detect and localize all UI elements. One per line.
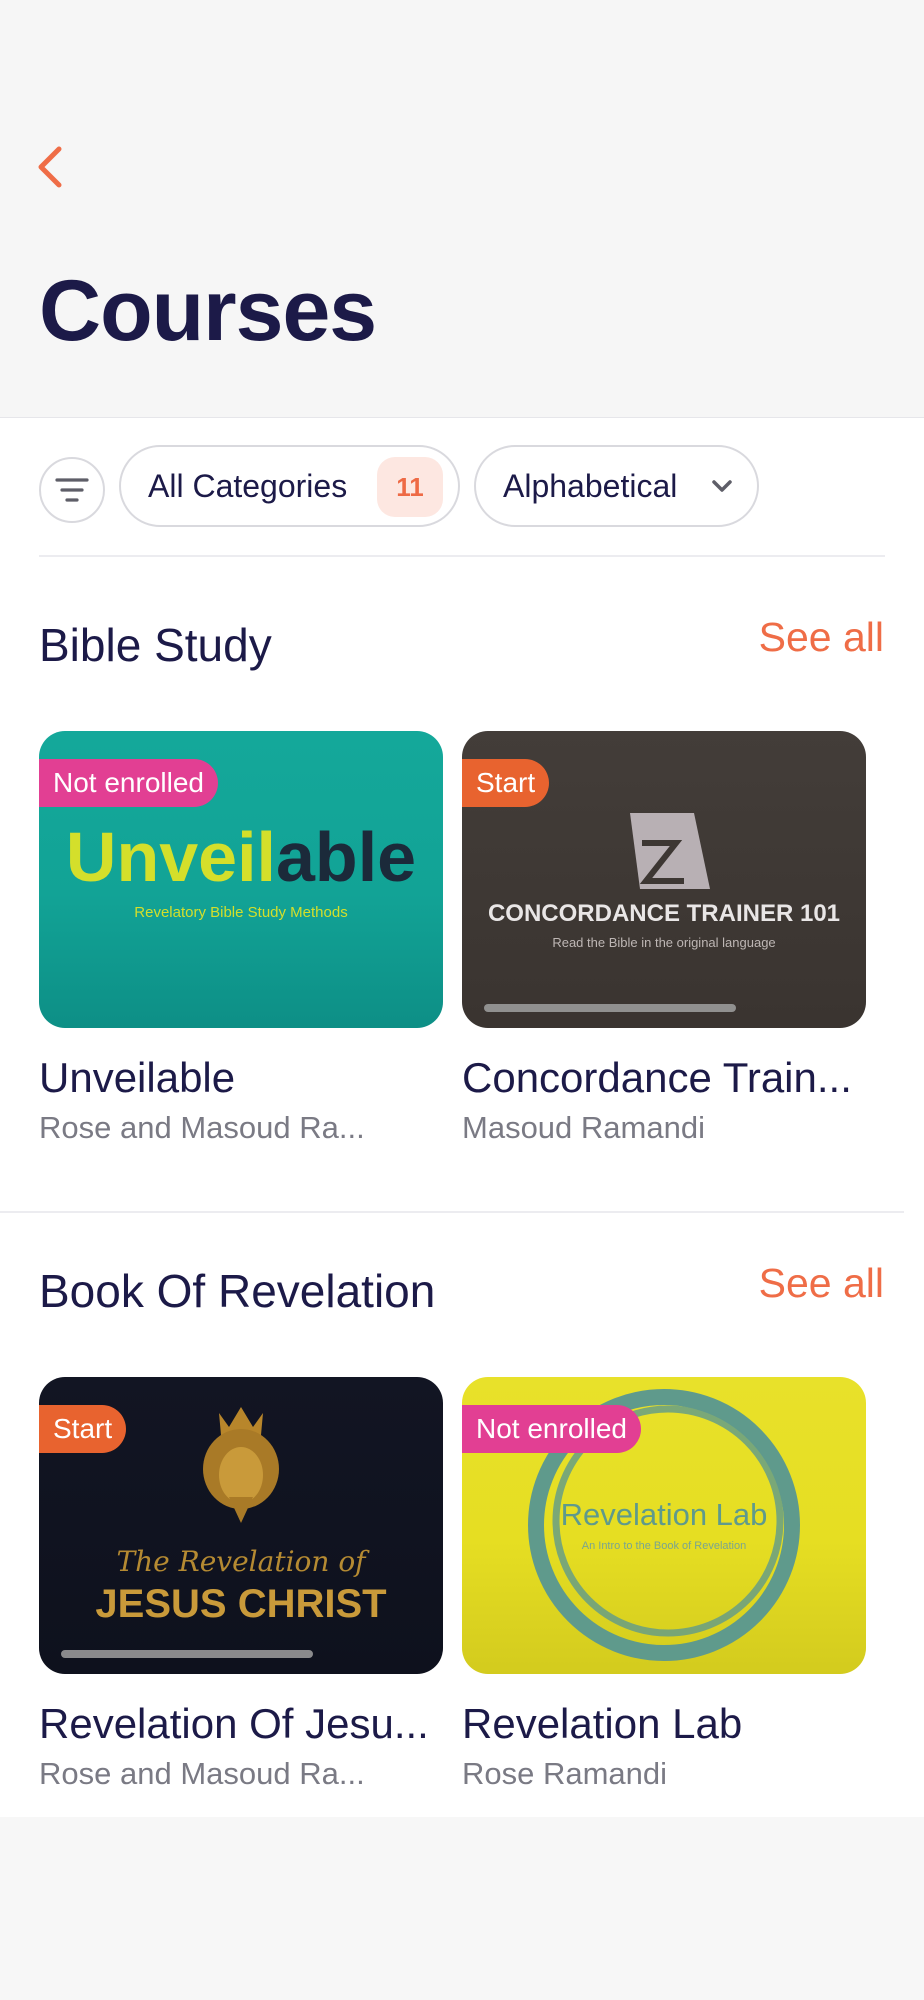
course-thumbnail: Revelation Lab An Intro to the Book of R… xyxy=(462,1377,866,1674)
section-title: Book Of Revelation xyxy=(39,1265,436,1317)
sort-dropdown[interactable]: Alphabetical xyxy=(474,445,759,527)
back-button[interactable] xyxy=(26,140,74,194)
header: Courses xyxy=(0,0,924,417)
filter-button[interactable] xyxy=(39,457,105,523)
course-card-concordance[interactable]: CONCORDANCE TRAINER 101 Read the Bible i… xyxy=(462,731,866,1146)
thumb-title-part2: able xyxy=(276,818,416,896)
course-card-unveilable[interactable]: Unveilable Revelatory Bible Study Method… xyxy=(39,731,443,1146)
svg-text:Unveilable: Unveilable xyxy=(66,818,416,896)
course-title: Concordance Train... xyxy=(462,1054,852,1101)
course-author: Rose Ramandi xyxy=(462,1756,668,1791)
course-thumbnail: The Revelation of JESUS CHRIST Start xyxy=(39,1377,443,1674)
progress-bar xyxy=(61,1650,313,1658)
sort-label: Alphabetical xyxy=(503,467,678,504)
course-thumbnail: CONCORDANCE TRAINER 101 Read the Bible i… xyxy=(462,731,866,1028)
course-thumbnail: Unveilable Revelatory Bible Study Method… xyxy=(39,731,443,1028)
thumb-subtitle: Read the Bible in the original language xyxy=(552,935,775,950)
course-title: Revelation Lab xyxy=(462,1700,743,1747)
category-filter-chip[interactable]: All Categories 11 xyxy=(119,445,460,527)
course-author: Rose and Masoud Ra... xyxy=(39,1110,365,1145)
category-count-badge: 11 xyxy=(377,457,443,517)
chevron-left-icon xyxy=(38,146,62,188)
status-badge: Not enrolled xyxy=(39,759,218,807)
section-title: Bible Study xyxy=(39,619,272,671)
progress-bar xyxy=(484,1004,736,1012)
thumb-line2: JESUS CHRIST xyxy=(95,1582,386,1626)
chevron-down-icon xyxy=(712,480,732,492)
see-all-link[interactable]: See all xyxy=(759,614,884,661)
filter-lines-icon xyxy=(55,478,89,502)
courses-panel: All Categories 11 Alphabetical Bible Stu… xyxy=(0,417,924,1817)
see-all-link[interactable]: See all xyxy=(759,1260,884,1307)
course-author: Masoud Ramandi xyxy=(462,1110,705,1145)
status-badge: Start xyxy=(39,1405,127,1453)
thumb-subtitle: Revelatory Bible Study Methods xyxy=(134,904,347,921)
course-title: Revelation Of Jesu... xyxy=(39,1700,429,1747)
divider xyxy=(0,1211,904,1213)
status-badge: Not enrolled xyxy=(462,1405,641,1453)
filter-bar: All Categories 11 Alphabetical xyxy=(0,443,924,529)
thumb-title: Revelation Lab xyxy=(561,1497,768,1532)
divider xyxy=(39,555,885,557)
thumb-line1: The Revelation of xyxy=(116,1545,370,1578)
thumb-subtitle: An Intro to the Book of Revelation xyxy=(582,1540,747,1552)
course-card-revelation-lab[interactable]: Revelation Lab An Intro to the Book of R… xyxy=(462,1377,866,1792)
thumb-title-part1: Unveil xyxy=(66,818,276,896)
course-card-revelation-of-jesus[interactable]: The Revelation of JESUS CHRIST Start Rev… xyxy=(39,1377,443,1792)
category-filter-label: All Categories xyxy=(148,467,348,504)
page-title: Courses xyxy=(39,263,377,359)
course-author: Rose and Masoud Ra... xyxy=(39,1756,365,1791)
status-badge: Start xyxy=(462,759,550,807)
thumb-title: CONCORDANCE TRAINER 101 xyxy=(488,900,840,927)
lion-icon xyxy=(203,1407,279,1523)
course-title: Unveilable xyxy=(39,1054,236,1101)
